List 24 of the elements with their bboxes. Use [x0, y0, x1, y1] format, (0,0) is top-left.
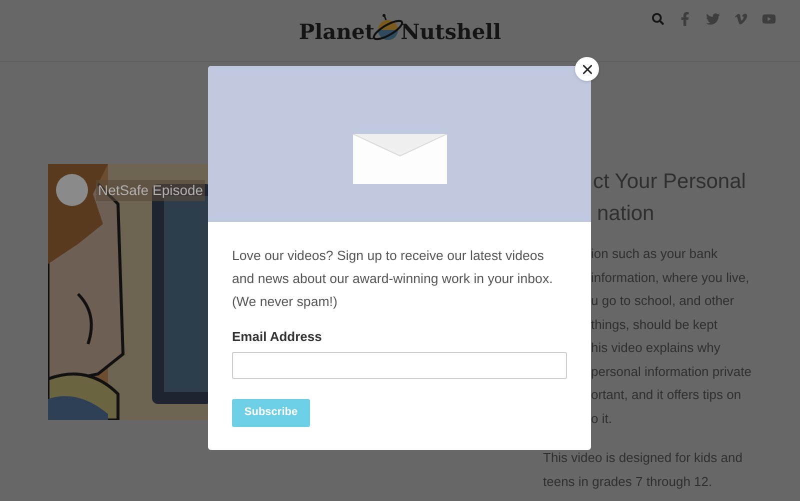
email-field[interactable] [232, 352, 567, 378]
logo-text[interactable]: Planet [298, 16, 375, 48]
article-title: nation [597, 201, 656, 227]
article-text: ortant, and it offers tips on [591, 386, 742, 404]
article-text: o it. [591, 410, 613, 428]
article-title: ct Your Personal [593, 169, 747, 195]
vimeo-icon[interactable] [734, 12, 748, 26]
logo-text[interactable]: Nutshell [400, 16, 502, 48]
twitter-icon[interactable] [706, 12, 720, 26]
article-text: personal information private [591, 362, 752, 381]
article-paragraph: This video is designed for kids and teens in grades 7 through 12. [543, 449, 744, 491]
envelope-icon [352, 134, 446, 184]
article-text: things, should be kept [591, 316, 718, 334]
close-button[interactable] [575, 57, 599, 81]
signup-message: Love our videos? Sign up to receive our latest videos and news about our award-winning work in your inbox. (We never spam!) [232, 247, 554, 311]
article-text: information, where you live, [591, 268, 750, 287]
subscribe-button[interactable]: Subscribe [232, 398, 310, 426]
search-icon[interactable] [652, 13, 664, 25]
article-text: ion such as your bank [591, 245, 718, 263]
article-text: u go to school, and other [591, 292, 736, 310]
video-title: NetSafe Episode [96, 180, 206, 200]
email-label: Email Address [232, 328, 323, 346]
youtube-icon[interactable] [762, 12, 776, 26]
article-text: his video explains why [591, 339, 722, 357]
